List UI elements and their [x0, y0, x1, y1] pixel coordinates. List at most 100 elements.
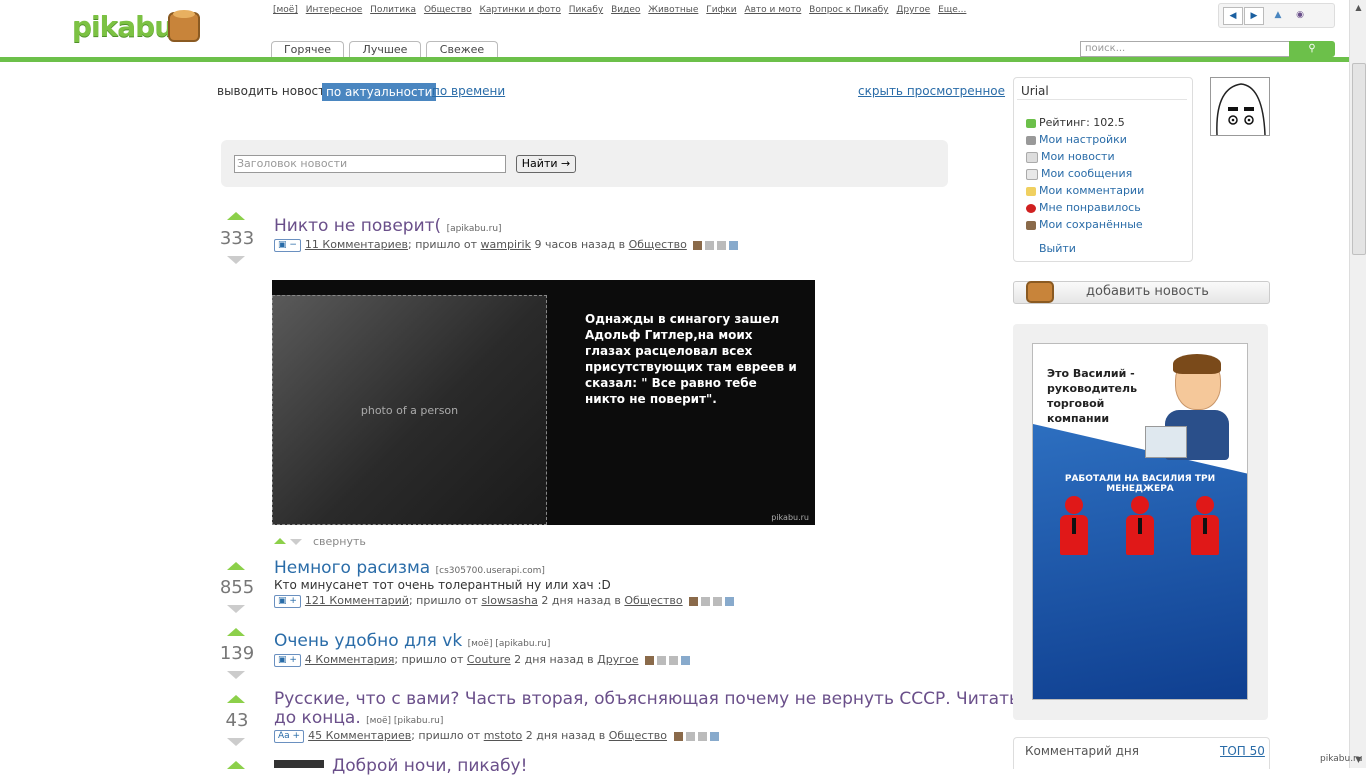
post-comments-link[interactable]: 45 Комментариев [308, 729, 411, 742]
user-name[interactable]: Urial [1021, 84, 1049, 98]
post-title-link[interactable]: Очень удобно для vk [274, 631, 462, 651]
post-author-link[interactable]: Couture [467, 653, 511, 666]
post-source[interactable]: [моё] [apikabu.ru] [468, 639, 551, 649]
logout-link[interactable]: Выйти [1039, 242, 1076, 255]
tab-hot[interactable]: Горячее [271, 41, 344, 57]
nav-item-auto[interactable]: Авто и мото [744, 5, 801, 15]
nav-item-mine[interactable]: [моё] [273, 5, 298, 15]
top50-link[interactable]: ТОП 50 [1220, 744, 1265, 758]
menu-saved[interactable]: Мои сохранённые [1026, 218, 1143, 231]
upvote-icon[interactable] [274, 538, 286, 544]
vk-icon[interactable] [697, 731, 707, 741]
upvote-icon[interactable] [227, 562, 245, 570]
save-icon[interactable] [689, 596, 699, 606]
facebook-icon[interactable] [701, 596, 711, 606]
post-comments-link[interactable]: 11 Комментариев [305, 238, 408, 251]
post-type-badge[interactable]: ▣ − [274, 238, 301, 252]
scrollbar-thumb[interactable] [1352, 63, 1366, 255]
post-category-link[interactable]: Общество [624, 594, 682, 607]
facebook-icon[interactable] [685, 731, 695, 741]
menu-my-news[interactable]: Мои новости [1026, 150, 1115, 163]
nav-item-pictures[interactable]: Картинки и фото [479, 5, 560, 15]
sort-by-relevance-button[interactable]: по актуальности [322, 83, 437, 101]
post-source[interactable]: [моё] [pikabu.ru] [366, 716, 443, 726]
tab-fresh[interactable]: Свежее [426, 41, 498, 57]
next-post-thumbnail[interactable] [274, 760, 324, 768]
nav-item-pikabu[interactable]: Пикабу [569, 5, 603, 15]
add-news-button[interactable]: добавить новость [1013, 281, 1270, 304]
nav-item-other[interactable]: Другое [896, 5, 930, 15]
tab-best[interactable]: Лучшее [349, 41, 421, 57]
nav-item-animals[interactable]: Животные [648, 5, 698, 15]
header-search-button[interactable]: ⚲ [1289, 41, 1335, 57]
post-comments-link[interactable]: 121 Комментарий [305, 594, 409, 607]
ad-headline: Это Василий - руководитель торговой комп… [1047, 367, 1138, 425]
collapse-link[interactable]: свернуть [313, 535, 366, 548]
arrow-left-icon[interactable]: ◀ [1223, 7, 1243, 25]
nav-item-interesting[interactable]: Интересное [306, 5, 363, 15]
post-image[interactable]: photo of a person Однажды в синагогу заш… [272, 280, 815, 525]
post-type-badge[interactable]: Aa + [274, 729, 305, 743]
upvote-icon[interactable] [227, 628, 245, 636]
nav-item-gifs[interactable]: Гифки [706, 5, 736, 15]
menu-comments[interactable]: Мои комментарии [1026, 184, 1144, 197]
post-source[interactable]: [apikabu.ru] [447, 224, 502, 234]
post-source[interactable]: [cs305700.userapi.com] [436, 566, 545, 576]
nav-item-video[interactable]: Видео [611, 5, 640, 15]
title-search-button[interactable]: Найти → [516, 155, 576, 173]
twitter-icon[interactable] [681, 655, 691, 665]
logo-cake-icon[interactable] [168, 10, 200, 42]
sort-by-time-link[interactable]: по времени [432, 84, 505, 98]
post-title-link[interactable]: Никто не поверит( [274, 216, 441, 236]
save-icon[interactable] [645, 655, 655, 665]
nav-item-question[interactable]: Вопрос к Пикабу [809, 5, 888, 15]
vk-icon[interactable] [669, 655, 679, 665]
avatar[interactable] [1210, 77, 1270, 136]
twitter-icon[interactable] [709, 731, 719, 741]
nav-item-politics[interactable]: Политика [370, 5, 416, 15]
title-search-input[interactable]: Заголовок новости [234, 155, 506, 173]
facebook-icon[interactable] [705, 240, 715, 250]
nav-item-society[interactable]: Общество [424, 5, 472, 15]
upvote-icon[interactable] [227, 695, 245, 703]
eye-icon[interactable]: ◉ [1291, 7, 1309, 23]
menu-settings[interactable]: Мои настройки [1026, 133, 1127, 146]
vk-icon[interactable] [713, 596, 723, 606]
page-scrollbar[interactable]: ▲ ▼ [1349, 0, 1366, 768]
arrow-right-icon[interactable]: ▶ [1244, 7, 1264, 25]
downvote-icon[interactable] [227, 671, 245, 679]
save-icon[interactable] [673, 731, 683, 741]
save-icon[interactable] [693, 240, 703, 250]
downvote-icon[interactable] [227, 605, 245, 613]
menu-messages[interactable]: Мои сообщения [1026, 167, 1132, 180]
hide-viewed-link[interactable]: скрыть просмотренное [858, 84, 1005, 98]
post-category-link[interactable]: Общество [629, 238, 687, 251]
post-category-link[interactable]: Другое [597, 653, 638, 666]
post-author-link[interactable]: mstoto [484, 729, 523, 742]
twitter-icon[interactable] [729, 240, 739, 250]
next-post-title[interactable]: Доброй ночи, пикабу! [332, 756, 527, 776]
post-comments-link[interactable]: 4 Комментария [305, 653, 395, 666]
post-title-link[interactable]: Немного расизма [274, 558, 430, 578]
header-search-input[interactable]: поиск... [1080, 41, 1294, 57]
ad-banner[interactable]: Это Василий - руководитель торговой комп… [1032, 343, 1248, 700]
scroll-up-icon[interactable]: ▲ [1350, 0, 1366, 16]
post-title-line1[interactable]: Русские, что с вами? Часть вторая, объяс… [274, 689, 1019, 709]
post-author-link[interactable]: slowsasha [481, 594, 537, 607]
post-author-link[interactable]: wampirik [481, 238, 531, 251]
post-type-badge[interactable]: ▣ + [274, 594, 301, 608]
post-title-link[interactable]: до конца. [274, 708, 361, 728]
site-logo[interactable]: pikabu [72, 10, 174, 43]
downvote-icon[interactable] [227, 256, 245, 264]
twitter-icon[interactable] [725, 596, 735, 606]
post-category-link[interactable]: Общество [609, 729, 667, 742]
downvote-icon[interactable] [227, 738, 245, 746]
post-type-badge[interactable]: ▣ + [274, 653, 301, 667]
facebook-icon[interactable] [657, 655, 667, 665]
downvote-icon[interactable] [290, 539, 302, 545]
arrow-up-icon[interactable]: ▲ [1269, 7, 1287, 23]
menu-liked[interactable]: Мне понравилось [1026, 201, 1141, 214]
upvote-icon[interactable] [227, 212, 245, 220]
nav-item-more[interactable]: Еще... [938, 5, 966, 15]
vk-icon[interactable] [717, 240, 727, 250]
